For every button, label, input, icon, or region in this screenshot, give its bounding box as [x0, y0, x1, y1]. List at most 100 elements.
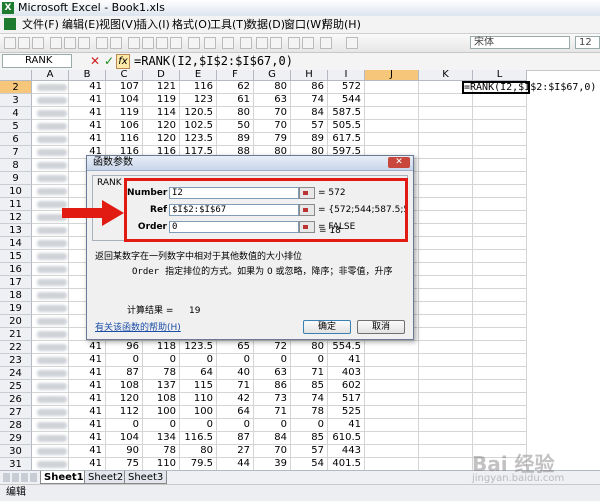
table-cell[interactable]: 123.5: [180, 341, 217, 354]
table-cell[interactable]: 108: [106, 380, 143, 393]
table-cell[interactable]: 0: [106, 419, 143, 432]
table-cell[interactable]: 572: [328, 81, 365, 94]
menu-edit[interactable]: 编辑(E): [62, 17, 100, 32]
table-cell[interactable]: [419, 224, 473, 237]
table-cell[interactable]: 115: [180, 380, 217, 393]
row-header[interactable]: 14: [0, 237, 32, 250]
table-cell[interactable]: 123: [180, 94, 217, 107]
menu-tools[interactable]: 工具(T): [210, 17, 247, 32]
column-header-h[interactable]: H: [291, 70, 328, 81]
table-cell[interactable]: 116: [180, 81, 217, 94]
table-cell[interactable]: [473, 185, 527, 198]
sort-descending-icon[interactable]: [270, 37, 282, 49]
table-cell[interactable]: [473, 289, 527, 302]
menu-data[interactable]: 数据(D): [246, 17, 285, 32]
row-header[interactable]: 5: [0, 120, 32, 133]
table-cell[interactable]: [419, 367, 473, 380]
table-cell[interactable]: 0: [143, 419, 180, 432]
table-cell[interactable]: [473, 432, 527, 445]
table-cell[interactable]: 65: [217, 341, 254, 354]
row-header[interactable]: 10: [0, 185, 32, 198]
table-cell[interactable]: 85: [291, 432, 328, 445]
copy-icon[interactable]: [142, 37, 154, 49]
table-cell[interactable]: [473, 133, 527, 146]
table-cell[interactable]: 0: [106, 354, 143, 367]
table-cell[interactable]: 41: [69, 341, 106, 354]
table-cell[interactable]: [365, 432, 419, 445]
row-header[interactable]: 19: [0, 302, 32, 315]
table-cell[interactable]: 0: [180, 419, 217, 432]
table-cell[interactable]: [419, 198, 473, 211]
table-cell[interactable]: 64: [180, 367, 217, 380]
table-cell[interactable]: [419, 94, 473, 107]
table-cell[interactable]: 50: [217, 120, 254, 133]
table-cell[interactable]: 403: [328, 367, 365, 380]
help-icon[interactable]: [346, 37, 358, 49]
table-cell[interactable]: 0: [291, 419, 328, 432]
table-cell[interactable]: [365, 81, 419, 94]
table-cell[interactable]: 106: [106, 120, 143, 133]
table-cell[interactable]: 554.5: [328, 341, 365, 354]
font-size-select[interactable]: 12: [575, 36, 600, 49]
table-cell[interactable]: 41: [69, 432, 106, 445]
enter-icon[interactable]: ✓: [104, 54, 114, 68]
table-cell[interactable]: [473, 380, 527, 393]
table-cell[interactable]: [365, 406, 419, 419]
open-icon[interactable]: [18, 37, 30, 49]
table-cell[interactable]: [419, 250, 473, 263]
table-cell[interactable]: [473, 419, 527, 432]
row-header[interactable]: 12: [0, 211, 32, 224]
menu-help[interactable]: 帮助(H): [322, 17, 361, 32]
column-header-i[interactable]: I: [328, 70, 365, 81]
table-cell[interactable]: 62: [217, 81, 254, 94]
tab-sheet1[interactable]: Sheet1: [40, 471, 88, 484]
table-cell[interactable]: 120.5: [180, 107, 217, 120]
table-cell[interactable]: 100: [180, 406, 217, 419]
table-cell[interactable]: 89: [291, 133, 328, 146]
table-cell[interactable]: [473, 237, 527, 250]
table-cell[interactable]: [365, 94, 419, 107]
table-cell[interactable]: 134: [143, 432, 180, 445]
row-header[interactable]: 13: [0, 224, 32, 237]
table-cell[interactable]: [473, 107, 527, 120]
table-cell[interactable]: [419, 276, 473, 289]
row-header[interactable]: 4: [0, 107, 32, 120]
menu-file[interactable]: 文件(F): [22, 17, 59, 32]
row-header[interactable]: 18: [0, 289, 32, 302]
table-cell[interactable]: 41: [69, 367, 106, 380]
redo-icon[interactable]: [204, 37, 216, 49]
table-cell[interactable]: 104: [106, 94, 143, 107]
table-cell[interactable]: [419, 159, 473, 172]
row-header[interactable]: 27: [0, 406, 32, 419]
table-cell[interactable]: 110: [180, 393, 217, 406]
last-sheet-icon[interactable]: [30, 473, 37, 482]
column-header-l[interactable]: L: [473, 70, 527, 81]
tab-sheet2[interactable]: Sheet2: [84, 471, 128, 484]
table-cell[interactable]: 85: [291, 380, 328, 393]
table-cell[interactable]: 114: [143, 107, 180, 120]
row-header[interactable]: 28: [0, 419, 32, 432]
table-cell[interactable]: 121: [143, 81, 180, 94]
row-header[interactable]: 2: [0, 81, 32, 94]
row-header[interactable]: 26: [0, 393, 32, 406]
table-cell[interactable]: 72: [254, 341, 291, 354]
row-header[interactable]: 25: [0, 380, 32, 393]
table-cell[interactable]: [473, 276, 527, 289]
dialog-title-bar[interactable]: 函数参数 ✕: [87, 156, 413, 171]
table-cell[interactable]: 78: [143, 367, 180, 380]
ok-button[interactable]: 确定: [303, 320, 351, 334]
row-header[interactable]: 20: [0, 315, 32, 328]
table-cell[interactable]: [365, 120, 419, 133]
table-cell[interactable]: 79: [254, 133, 291, 146]
format-painter-icon[interactable]: [170, 37, 182, 49]
table-cell[interactable]: 602: [328, 380, 365, 393]
table-cell[interactable]: [473, 146, 527, 159]
table-cell[interactable]: [419, 185, 473, 198]
column-header-c[interactable]: C: [106, 70, 143, 81]
table-cell[interactable]: [473, 159, 527, 172]
table-cell[interactable]: [419, 146, 473, 159]
table-cell[interactable]: 517: [328, 393, 365, 406]
table-cell[interactable]: 74: [291, 393, 328, 406]
table-cell[interactable]: 63: [254, 94, 291, 107]
workbook-icon[interactable]: [4, 18, 16, 30]
